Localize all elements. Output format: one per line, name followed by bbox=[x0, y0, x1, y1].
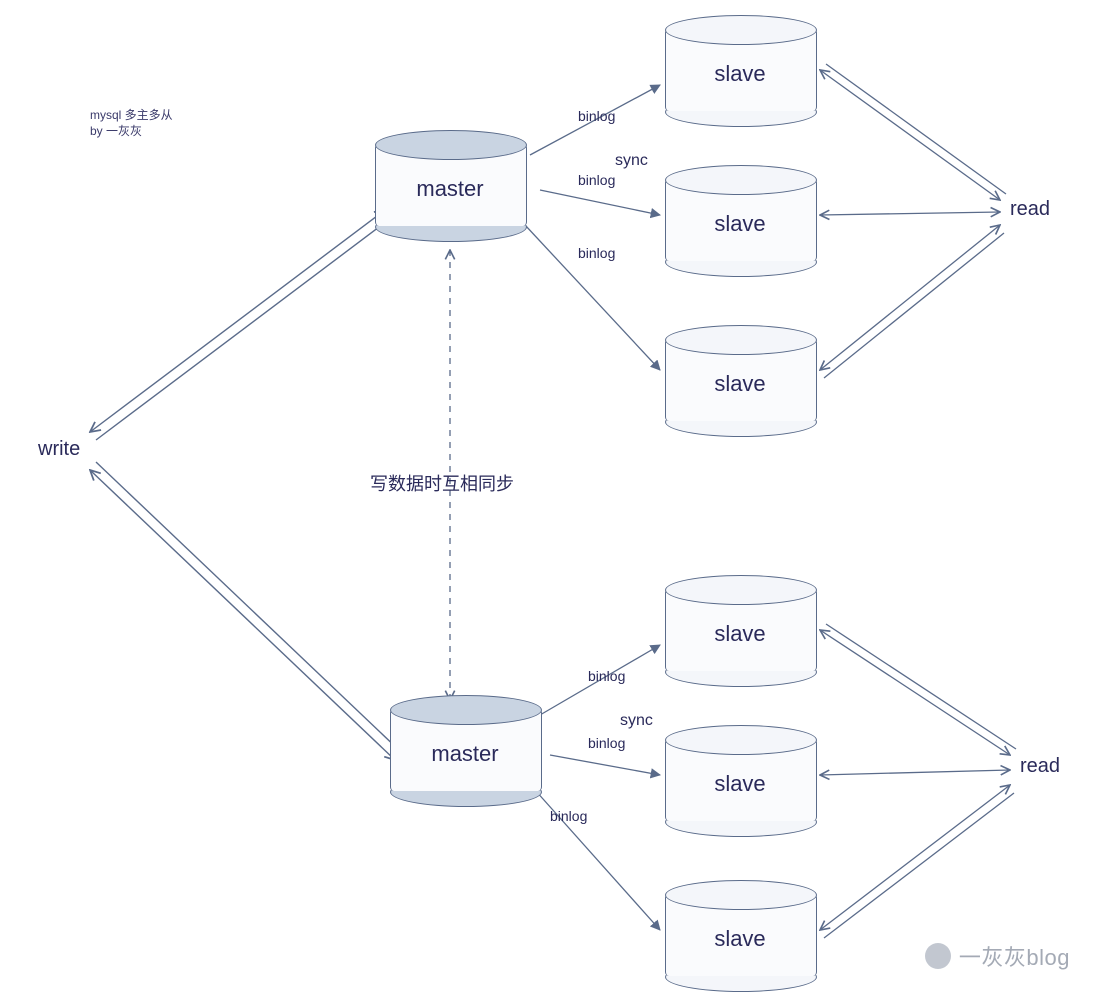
read-label-top: read bbox=[1010, 198, 1050, 221]
slave-db-t1-label: slave bbox=[665, 61, 815, 87]
slave-db-b2: slave bbox=[665, 725, 815, 835]
slave-db-b3-label: slave bbox=[665, 926, 815, 952]
binlog-label-b1: binlog bbox=[588, 668, 625, 684]
binlog-label-t1: binlog bbox=[578, 108, 615, 124]
diagram-title-note: mysql 多主多从 by 一灰灰 bbox=[90, 108, 173, 139]
slave-db-t3: slave bbox=[665, 325, 815, 435]
binlog-label-b3: binlog bbox=[550, 808, 587, 824]
write-label: write bbox=[38, 438, 80, 461]
slave-db-b1-label: slave bbox=[665, 621, 815, 647]
title-line-1: mysql 多主多从 bbox=[90, 108, 173, 124]
master-sync-note: 写数据时互相同步 bbox=[370, 470, 514, 496]
title-line-2: by 一灰灰 bbox=[90, 124, 173, 140]
slave-db-t3-label: slave bbox=[665, 371, 815, 397]
master-db-bottom-label: master bbox=[390, 741, 540, 767]
sync-label-bottom: sync bbox=[620, 712, 653, 730]
binlog-label-t2: binlog bbox=[578, 172, 615, 188]
binlog-label-t3: binlog bbox=[578, 245, 615, 261]
slave-db-t1: slave bbox=[665, 15, 815, 125]
watermark-text: 一灰灰blog bbox=[959, 940, 1070, 972]
slave-db-b1: slave bbox=[665, 575, 815, 685]
master-db-top: master bbox=[375, 130, 525, 240]
binlog-label-b2: binlog bbox=[588, 735, 625, 751]
slave-db-b2-label: slave bbox=[665, 771, 815, 797]
master-db-bottom: master bbox=[390, 695, 540, 805]
slave-db-b3: slave bbox=[665, 880, 815, 990]
watermark: 一灰灰blog bbox=[925, 940, 1070, 972]
read-label-bottom: read bbox=[1020, 755, 1060, 778]
wechat-icon bbox=[925, 943, 951, 969]
master-db-top-label: master bbox=[375, 176, 525, 202]
sync-label-top: sync bbox=[615, 152, 648, 170]
slave-db-t2: slave bbox=[665, 165, 815, 275]
diagram-stage: mysql 多主多从 by 一灰灰 write read read 写数据时互相… bbox=[0, 0, 1100, 1000]
connector-layer bbox=[0, 0, 1100, 1000]
slave-db-t2-label: slave bbox=[665, 211, 815, 237]
